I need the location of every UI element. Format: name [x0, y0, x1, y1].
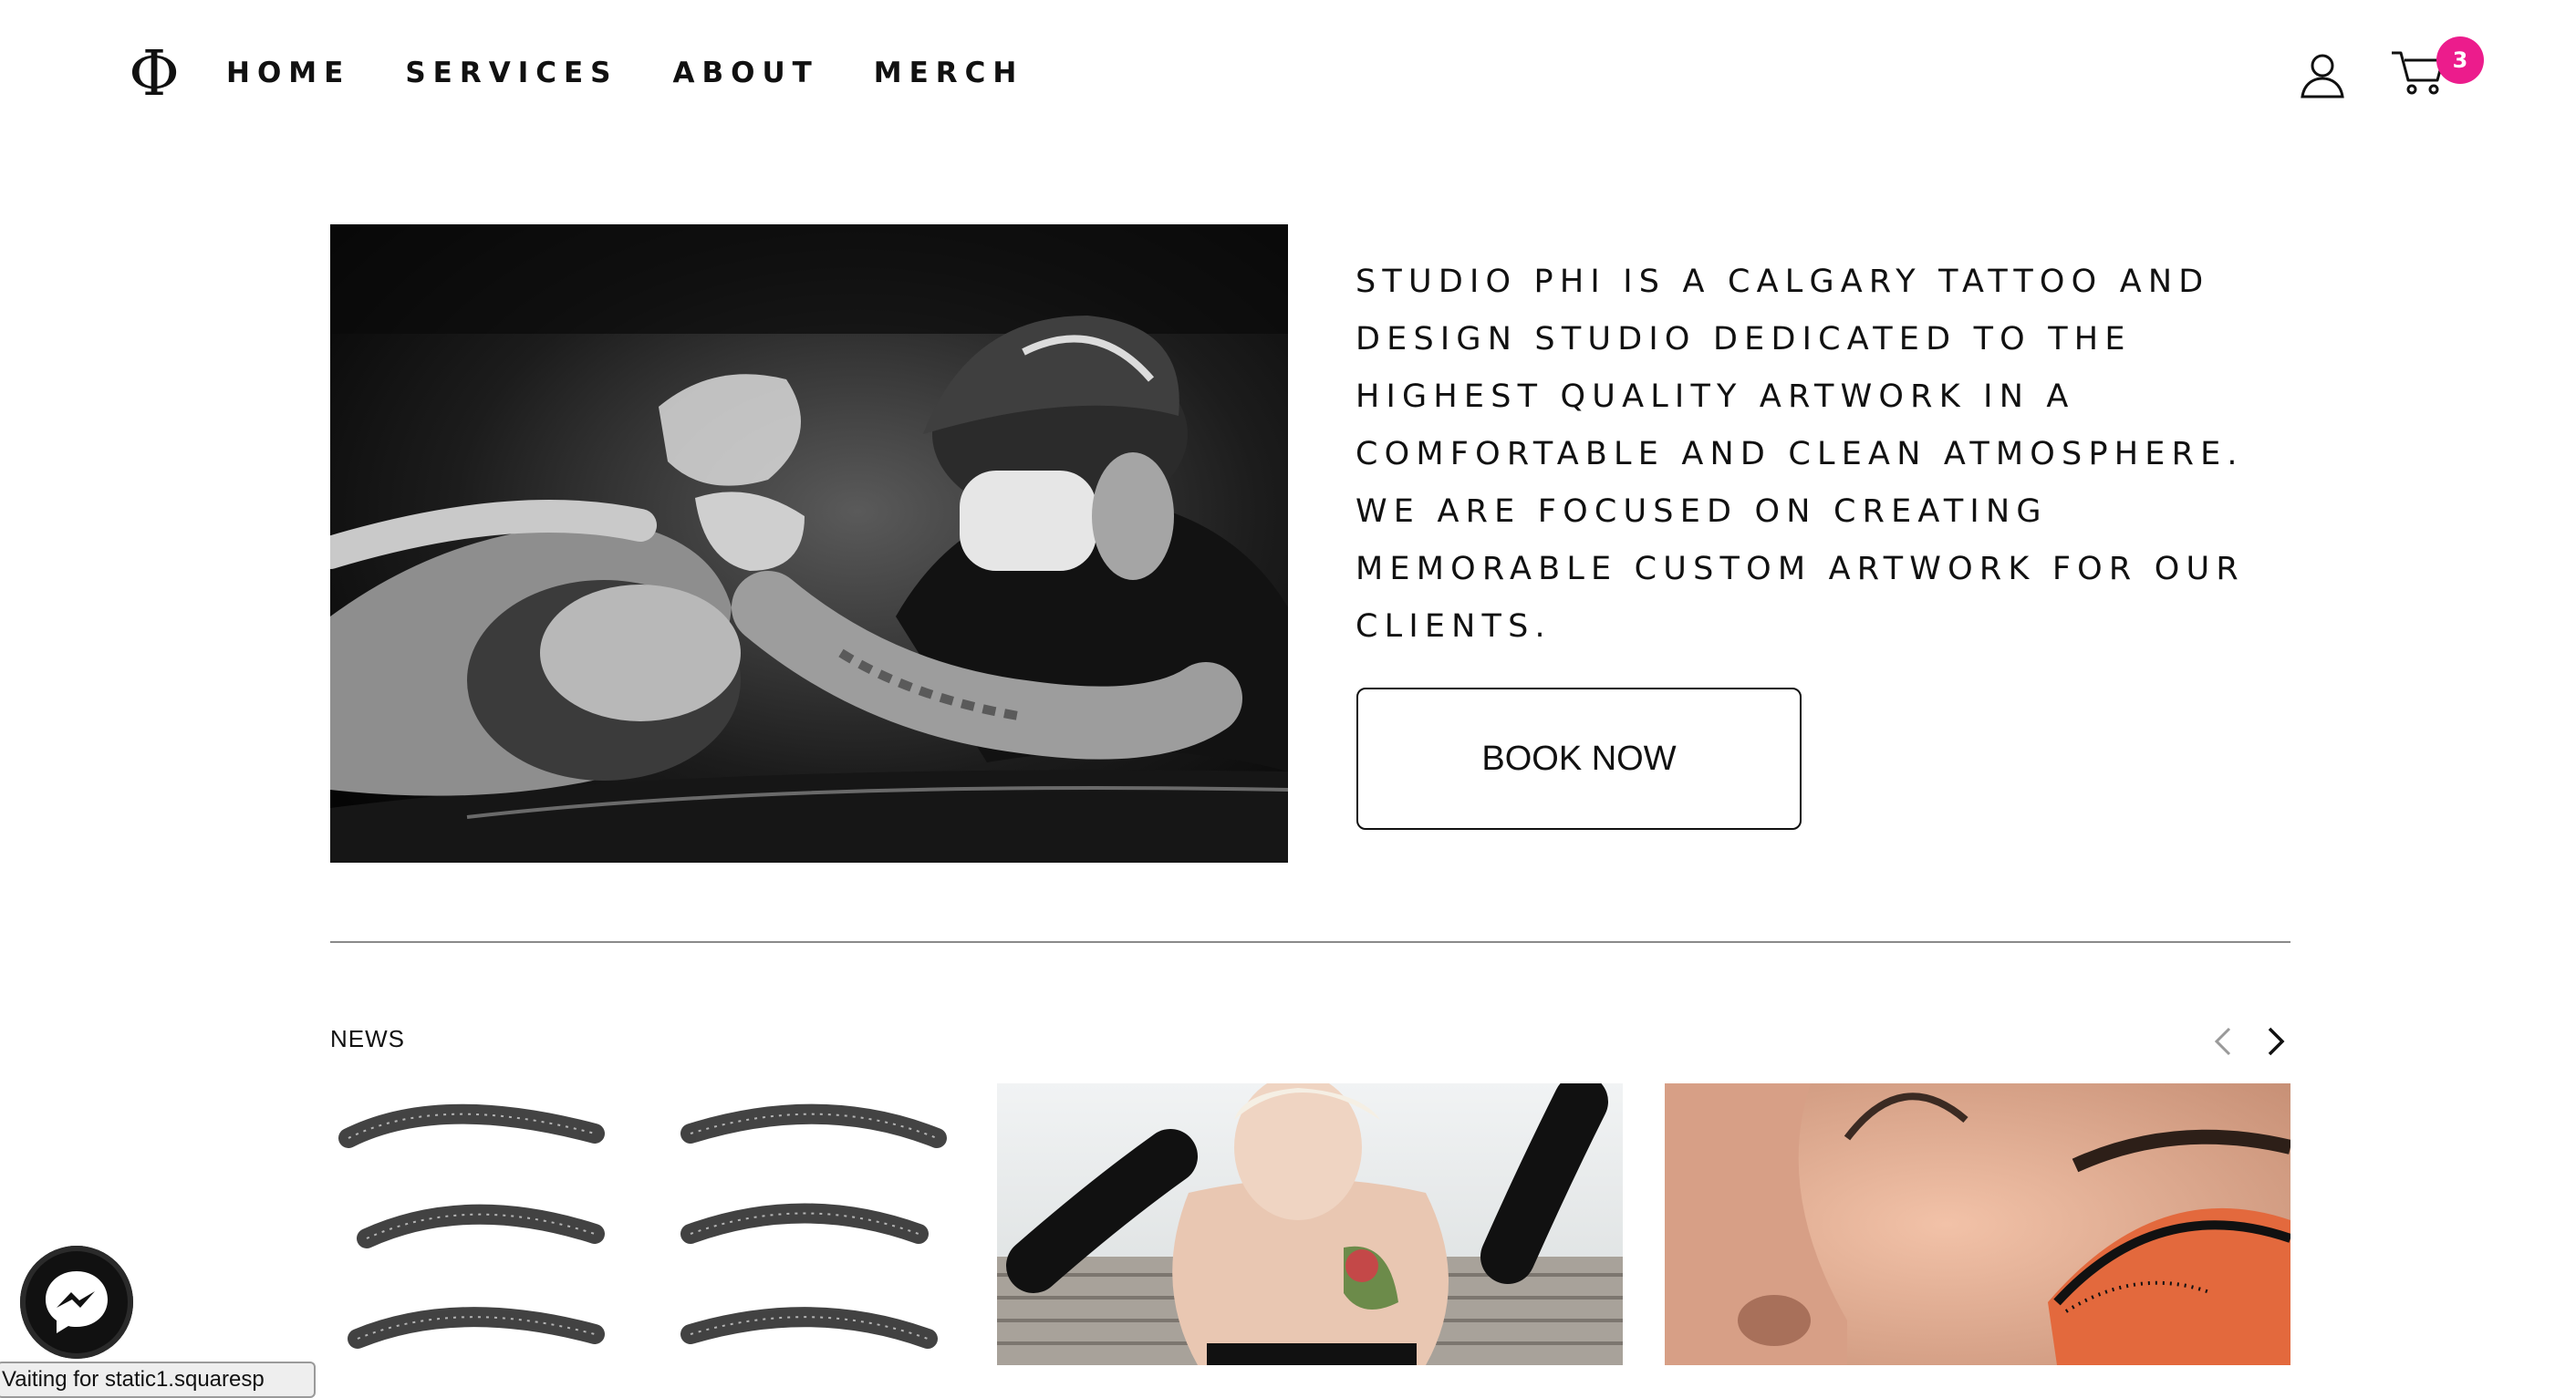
eye-makeup-image[interactable]: [1665, 1083, 2290, 1365]
tattoo-artist-photo: [330, 224, 1288, 863]
nav-services-link[interactable]: SERVICES: [405, 57, 618, 89]
chevron-left-icon[interactable]: [2206, 1021, 2242, 1061]
nav-about-link[interactable]: ABOUT: [672, 57, 818, 89]
user-icon[interactable]: [2297, 49, 2348, 100]
phi-logo-icon[interactable]: Φ: [125, 38, 183, 110]
section-divider: [330, 941, 2290, 943]
cart-count-badge[interactable]: 3: [2436, 36, 2484, 84]
browser-status-bar: Vaiting for static1.squaresp: [0, 1362, 316, 1398]
main-nav: HOME SERVICES ABOUT MERCH: [226, 57, 1078, 89]
news-heading: NEWS: [330, 1025, 405, 1052]
studio-description: STUDIO PHI IS A CALGARY TATTOO AND DESIG…: [1356, 264, 2245, 645]
tattooed-woman-image[interactable]: [997, 1083, 1623, 1365]
messenger-icon[interactable]: [20, 1246, 133, 1359]
svg-text:Φ: Φ: [129, 40, 180, 104]
nav-merch-link[interactable]: MERCH: [874, 57, 1024, 89]
eyebrows-sketch-image[interactable]: [330, 1083, 956, 1365]
chevron-right-icon[interactable]: [2257, 1021, 2293, 1061]
nav-home-link[interactable]: HOME: [226, 57, 350, 89]
book-now-button[interactable]: BOOK NOW: [1356, 688, 1802, 830]
